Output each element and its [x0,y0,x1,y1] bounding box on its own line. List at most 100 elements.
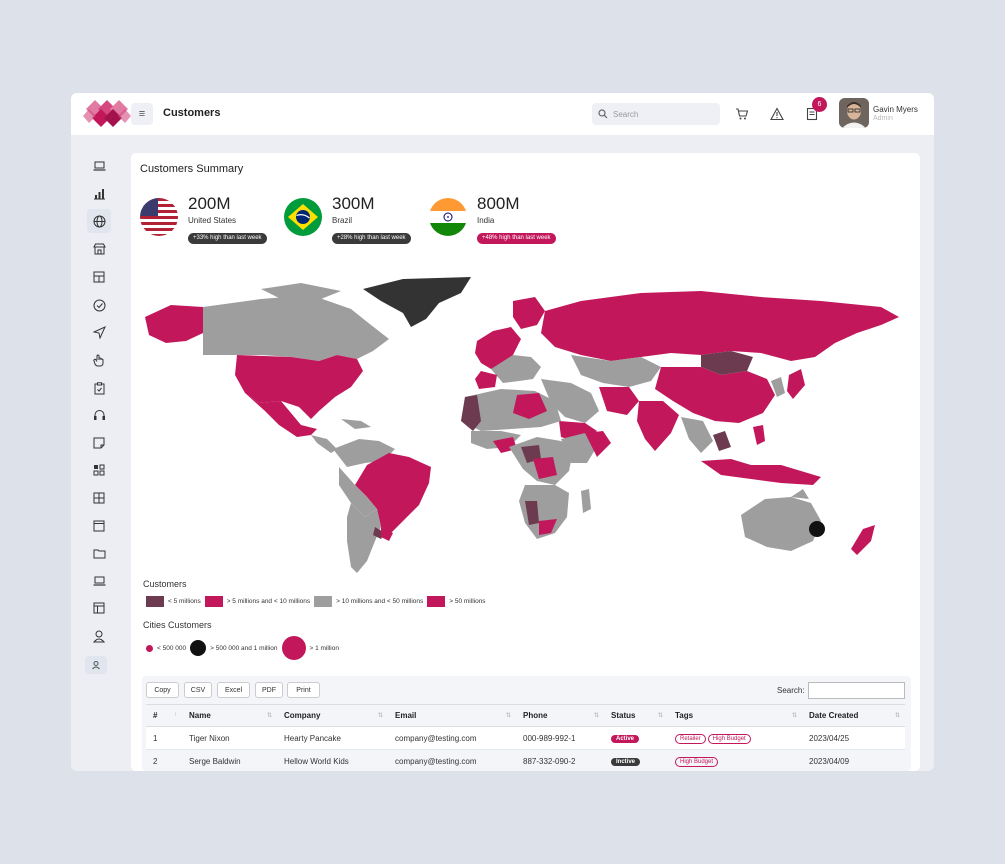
cart-button[interactable] [733,105,751,123]
layout-icon [93,602,105,614]
sidebar-item-laptop[interactable] [87,154,111,178]
sidebar-item-globe[interactable] [87,209,111,233]
column-label: Phone [523,711,548,720]
map-region-greenland [363,277,471,327]
excel-button[interactable]: Excel [217,682,250,698]
sidebar-item-profile[interactable] [85,656,107,674]
calculator-icon [93,271,105,283]
copy-button[interactable]: Copy [146,682,179,698]
sidebar-item-analytics[interactable] [87,182,111,206]
stat-india: 800M India +48% high than last week [429,193,569,248]
store-icon [92,243,106,255]
stat-country: United States [188,216,237,225]
user-name: Gavin Myers [873,105,918,114]
notification-count-badge: 6 [812,97,827,112]
legend-item: > 5 millions and < 10 millions [204,596,310,607]
user-role: Admin [873,115,893,122]
check-circle-icon [93,299,105,311]
column-header-company[interactable]: Company ⇅ [277,704,388,727]
sidebar-item-calculator[interactable] [87,265,111,289]
cart-icon [736,108,749,120]
status-badge: Inctive [611,758,641,766]
brazil-flag-icon [284,198,322,236]
cell-number: 2 [146,749,182,771]
cities-legend: < 500 000 > 500 000 and 1 million > 1 mi… [146,636,343,660]
grid-icon [93,492,105,504]
print-button[interactable]: Print [287,682,320,698]
top-bar: ≡ Customers Search 6 Gavin Myers Admin [71,93,934,135]
sidebar-item-users[interactable] [87,624,111,648]
column-header-number[interactable]: # ↑ [146,704,182,727]
table-search-input[interactable] [808,682,905,699]
column-header-tags[interactable]: Tags ⇅ [668,704,802,727]
column-label: Email [395,711,417,720]
csv-button[interactable]: CSV [184,682,212,698]
laptop-icon [93,161,105,171]
cell-status: Active [604,726,668,750]
stat-brazil: 300M Brazil +28% high than last week [284,193,424,248]
sort-icon: ⇅ [894,713,900,719]
cell-number: 1 [146,726,182,750]
sidebar-item-interaction[interactable] [87,348,111,372]
hamburger-icon: ≡ [138,108,146,120]
sidebar-item-notes[interactable] [87,431,111,455]
table-row[interactable]: 2 Serge Baldwin Hellow World Kids compan… [146,749,905,771]
cell-phone: 887-332-090-2 [516,749,604,771]
map-region-alaska [145,305,203,343]
search-input[interactable]: Search [592,103,720,125]
column-header-name[interactable]: Name ⇅ [182,704,277,727]
sidebar-item-support[interactable] [87,403,111,427]
table-row[interactable]: 1 Tiger Nixon Hearty Pancake company@tes… [146,726,905,750]
laptop-icon [93,576,105,586]
avatar[interactable] [839,98,869,128]
stat-united-states: 200M United States +33% high than last w… [140,193,280,248]
sidebar-item-send[interactable] [87,320,111,344]
map-region-india [637,401,679,451]
column-header-email[interactable]: Email ⇅ [388,704,516,727]
map-region-russia [541,291,899,361]
pdf-button[interactable]: PDF [255,682,283,698]
customers-table-section: Copy CSV Excel PDF Print Search: # ↑ Name… [142,676,911,771]
stat-badge: +28% high than last week [332,233,411,244]
cell-email: company@testing.com [388,726,516,750]
sidebar-item-layout[interactable] [87,596,111,620]
cell-tags: Retailer High Budget [668,726,802,750]
customers-summary-card: Customers Summary 200M United States +33… [131,153,920,771]
cell-phone: 000-989-992-1 [516,726,604,750]
sidebar-item-grid[interactable] [87,486,111,510]
stat-badge: +33% high than last week [188,233,267,244]
customers-legend: < 5 millions > 5 millions and < 10 milli… [146,596,490,607]
user-icon [93,630,105,642]
column-header-date-created[interactable]: Date Created ⇅ [802,704,905,727]
sidebar-item-window[interactable] [87,514,111,538]
legend-item: > 1 million [281,636,339,660]
tag-badge: High Budget [707,733,751,744]
user-photo [839,98,869,128]
table-search-label: Search: [777,686,805,695]
sidebar-item-store[interactable] [87,237,111,261]
stat-value: 300M [332,194,375,213]
headphones-icon [93,410,105,420]
stat-country: Brazil [332,216,353,225]
alerts-button[interactable] [768,105,786,123]
brand-logo [83,100,131,127]
legend-label: > 500 000 and 1 million [210,644,278,652]
customers-legend-title: Customers [143,579,187,589]
sidebar-item-folder[interactable] [87,541,111,565]
tag-badge: High Budget [675,756,719,767]
legend-item: < 500 000 [146,644,186,652]
sidebar-item-tasks[interactable] [87,293,111,317]
stat-value: 800M [477,194,520,213]
column-header-status[interactable]: Status ⇅ [604,704,668,727]
folder-icon [93,549,105,558]
map-region-australia [741,497,821,551]
world-map [145,277,899,573]
customers-table: # ↑ Name ⇅ Company ⇅ Email ⇅ Phone ⇅ Status ⇅ … [146,704,905,771]
sidebar-item-apps[interactable] [87,458,111,482]
sidebar-item-clipboard[interactable] [87,376,111,400]
sidebar-item-devices[interactable] [87,569,111,593]
app-window: ≡ Customers Search 6 Gavin Myers Admin C… [71,93,934,771]
menu-toggle-button[interactable]: ≡ [131,103,153,125]
legend-item: > 500 000 and 1 million [190,640,278,656]
column-header-phone[interactable]: Phone ⇅ [516,704,604,727]
